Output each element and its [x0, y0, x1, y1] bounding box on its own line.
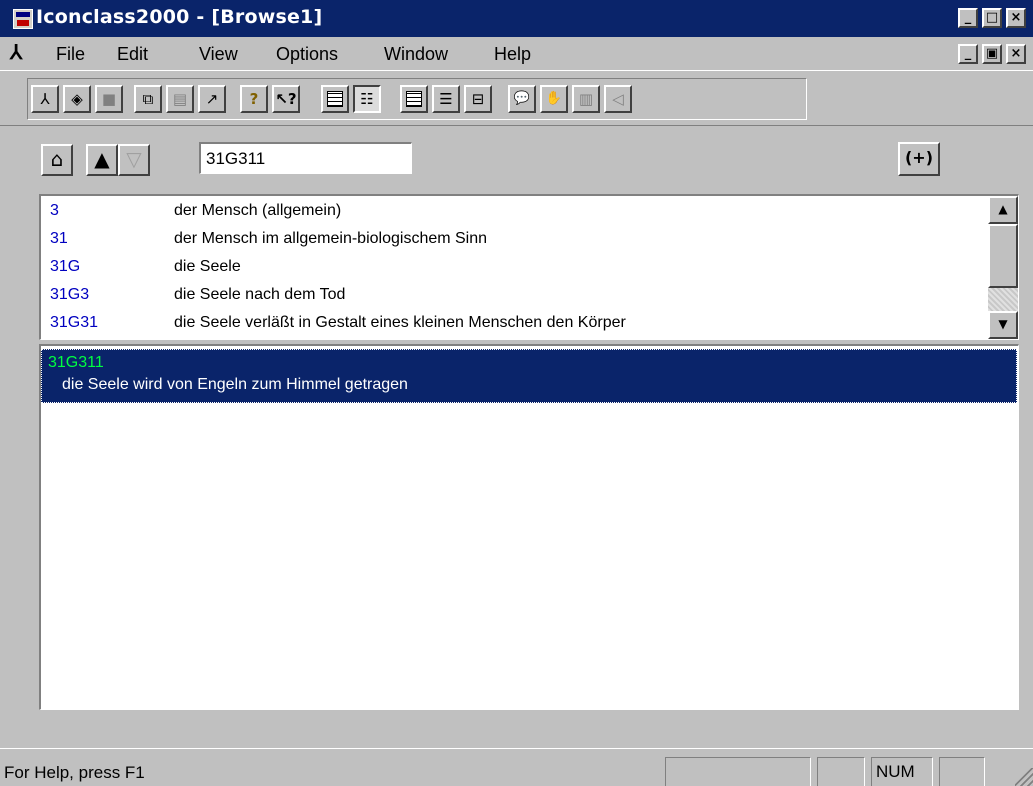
notation-description[interactable]: der Mensch (allgemein)	[174, 199, 341, 223]
doc-close-button[interactable]: ×	[1006, 44, 1026, 64]
down-level-button: ▽	[118, 144, 150, 176]
status-pane-1	[665, 757, 811, 786]
notation-code[interactable]: 31G31	[50, 311, 98, 335]
expand-button[interactable]: (+)	[898, 142, 940, 176]
scroll-down-button[interactable]: ▼	[988, 311, 1018, 339]
document-system-menu-icon[interactable]: ⅄	[10, 43, 22, 63]
details-view-icon[interactable]	[400, 85, 428, 113]
vertical-scrollbar[interactable]: ▲ ▼	[988, 196, 1018, 339]
notation-description[interactable]: die Seele nach dem Tod	[174, 283, 345, 307]
menu-options[interactable]: Options	[276, 44, 338, 65]
selected-description: die Seele wird von Engeln zum Himmel get…	[62, 376, 408, 393]
minimize-button[interactable]: _	[958, 8, 978, 28]
status-pane-4	[939, 757, 985, 786]
selected-entry[interactable]: 31G311 die Seele wird von Engeln zum Him…	[41, 349, 1017, 403]
detail-pane[interactable]: 31G311 die Seele wird von Engeln zum Him…	[39, 344, 1019, 710]
selected-code: 31G311	[48, 354, 104, 371]
status-pane-2	[817, 757, 865, 786]
notation-code[interactable]: 31G3	[50, 283, 89, 307]
home-icon: ⌂	[50, 147, 64, 171]
export-icon[interactable]: ↗	[198, 85, 226, 113]
navigation-bar: ⌂ ▲ ▽ (+)	[0, 126, 1033, 194]
doc-minimize-button[interactable]: _	[958, 44, 978, 64]
document-disabled-icon: ■	[95, 85, 123, 113]
split-view-icon[interactable]: ☰	[432, 85, 460, 113]
status-bar: For Help, press F1 NUM	[0, 748, 1033, 786]
status-help-text: For Help, press F1	[4, 763, 145, 782]
up-level-button[interactable]: ▲	[86, 144, 118, 176]
menu-file[interactable]: File	[56, 44, 85, 65]
toolbar: ⅄ ◈ ■ ⧉ ▤ ↗ ? ↖? ☷ ☰ ⊟ 💬 ✋ ▥ ◁	[0, 70, 1033, 126]
menu-edit[interactable]: Edit	[117, 44, 148, 65]
menu-bar: ⅄ File Edit View Options Window Help _ ▣…	[0, 37, 1033, 70]
notation-code[interactable]: 31	[50, 227, 68, 251]
restore-button[interactable]: □	[982, 8, 1002, 28]
notation-description[interactable]: der Mensch im allgemein-biologischem Sin…	[174, 227, 487, 251]
doc-restore-button[interactable]: ▣	[982, 44, 1002, 64]
hierarchy-list[interactable]: 3 der Mensch (allgemein) 31 der Mensch i…	[39, 194, 1019, 340]
speech-icon[interactable]: 💬	[508, 85, 536, 113]
window-title: Iconclass2000 - [Browse1]	[36, 6, 323, 28]
help-icon[interactable]: ?	[240, 85, 268, 113]
home-button[interactable]: ⌂	[41, 144, 73, 176]
arrow-up-icon: ▲	[94, 147, 110, 171]
paste-icon: ▤	[166, 85, 194, 113]
tree-view-icon[interactable]: ⊟	[464, 85, 492, 113]
notation-description[interactable]: die Seele	[174, 255, 241, 279]
audio-disabled-icon: ◁	[604, 85, 632, 113]
iconclass-logo-icon[interactable]: ⅄	[31, 85, 59, 113]
context-help-icon[interactable]: ↖?	[272, 85, 300, 113]
hand-icon[interactable]: ✋	[540, 85, 568, 113]
title-bar[interactable]: Iconclass2000 - [Browse1] _ □ ×	[0, 0, 1033, 37]
menu-help[interactable]: Help	[494, 44, 531, 65]
scroll-up-button[interactable]: ▲	[988, 196, 1018, 224]
app-icon[interactable]	[13, 9, 33, 29]
scroll-thumb[interactable]	[988, 224, 1018, 288]
notation-description[interactable]: die Seele verläßt in Gestalt eines klein…	[174, 311, 626, 335]
menu-window[interactable]: Window	[384, 44, 448, 65]
close-button[interactable]: ×	[1006, 8, 1026, 28]
num-lock-indicator: NUM	[871, 757, 933, 786]
document-view-icon[interactable]: ◈	[63, 85, 91, 113]
copy-icon[interactable]: ⧉	[134, 85, 162, 113]
notation-code[interactable]: 3	[50, 199, 59, 223]
list-view-icon[interactable]: ☷	[353, 85, 381, 113]
notation-code[interactable]: 31G	[50, 255, 80, 279]
menu-view[interactable]: View	[199, 44, 238, 65]
arrow-down-icon: ▽	[126, 147, 142, 171]
book-disabled-icon: ▥	[572, 85, 600, 113]
grid-view-icon[interactable]	[321, 85, 349, 113]
notation-code-input[interactable]	[199, 142, 412, 174]
resize-grip[interactable]	[1015, 768, 1033, 786]
